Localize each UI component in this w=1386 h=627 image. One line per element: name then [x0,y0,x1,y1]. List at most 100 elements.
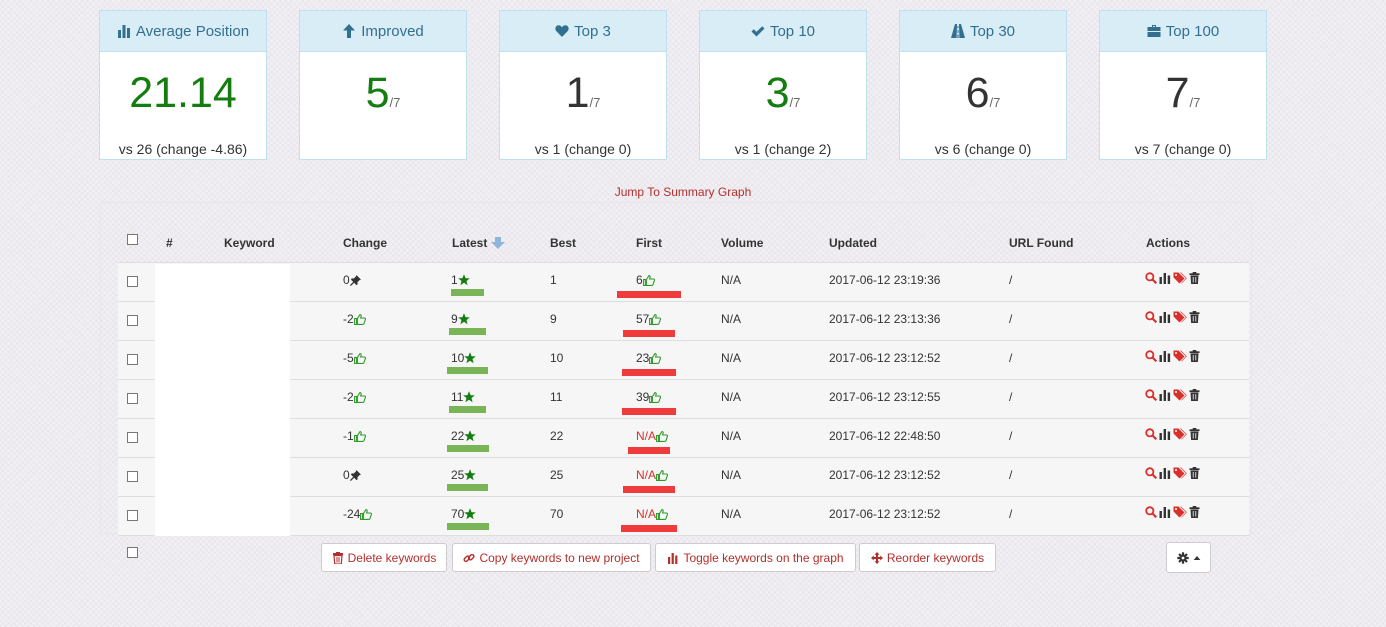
summary-card: Average Position 21.14 vs 26 (change -4.… [99,10,267,160]
search-icon[interactable] [1145,428,1157,440]
copy-keywords-button[interactable]: Copy keywords to new project [452,543,651,572]
header-url-found[interactable]: URL Found [1009,236,1073,250]
thumbs-up-icon [353,392,366,403]
row-checkbox[interactable] [127,393,138,404]
toggle-keywords-graph-button[interactable]: Toggle keywords on the graph [655,543,856,572]
header-best[interactable]: Best [550,236,576,250]
trash-icon[interactable] [1189,311,1200,323]
pin-icon [349,470,361,481]
header-keyword[interactable]: Keyword [224,236,275,250]
tags-icon[interactable] [1173,389,1187,401]
row-actions [1145,350,1200,362]
change-cell: -24 [343,507,373,521]
search-icon[interactable] [1145,272,1157,284]
star-icon [463,391,476,403]
best-cell: 22 [550,429,564,443]
bar-chart-icon[interactable] [1159,311,1171,323]
latest-value: 10 [451,351,465,365]
change-value: 0 [343,273,350,287]
bar-chart-icon[interactable] [1159,506,1171,518]
search-icon[interactable] [1145,467,1157,479]
tags-icon[interactable] [1173,272,1187,284]
search-icon[interactable] [1145,350,1157,362]
tags-icon[interactable] [1173,506,1187,518]
card-value: 3/7 [700,69,866,117]
search-icon[interactable] [1145,311,1157,323]
summary-card: Top 3 1/7 vs 1 (change 0) [499,10,667,160]
header-latest-label: Latest [452,236,488,250]
latest-cell: 9 [451,312,470,326]
row-actions [1145,311,1200,323]
card-comparison: vs 7 (change 0) [1134,141,1232,157]
star-icon [464,508,477,520]
first-cell: 6 [636,273,655,287]
change-value: 0 [343,468,350,482]
header-latest[interactable]: Latest [452,236,506,250]
header-num: # [166,236,173,250]
trash-icon[interactable] [1189,350,1200,362]
delete-keywords-button[interactable]: Delete keywords [321,543,447,572]
card-value-number: 5 [365,69,390,117]
best-cell: 70 [550,507,564,521]
row-checkbox[interactable] [127,471,138,482]
tags-icon[interactable] [1173,350,1187,362]
trash-icon[interactable] [1189,506,1200,518]
card-value-number: 3 [765,69,790,117]
updated-cell: 2017-06-12 23:19:36 [829,273,941,287]
search-icon[interactable] [1145,389,1157,401]
latest-cell: 25 [451,468,477,482]
trash-icon[interactable] [1189,428,1200,440]
change-cell: 0 [343,468,361,482]
card-value-total: /7 [589,95,601,110]
reorder-keywords-button[interactable]: Reorder keywords [859,543,996,572]
change-cell: 0 [343,273,361,287]
card-value: 6/7 [900,69,1066,117]
header-updated[interactable]: Updated [829,236,877,250]
bar-chart-icon[interactable] [1159,350,1171,362]
bar-chart-icon[interactable] [1159,467,1171,479]
trash-icon[interactable] [1189,467,1200,479]
header-volume[interactable]: Volume [721,236,763,250]
card-value-number: 1 [565,69,590,117]
settings-dropdown-button[interactable] [1166,542,1211,573]
row-checkbox[interactable] [127,510,138,521]
tags-icon[interactable] [1173,467,1187,479]
row-checkbox[interactable] [127,276,138,287]
first-value: 57 [636,312,650,326]
header-change[interactable]: Change [343,236,387,250]
thumbs-up-icon [656,431,669,442]
pin-icon [349,275,361,286]
row-checkbox[interactable] [127,354,138,365]
thumbs-up-icon [649,392,662,403]
row-checkbox[interactable] [127,315,138,326]
thumbs-up-icon [353,314,366,325]
thumbs-up-icon [360,509,373,520]
first-rank-bar [622,369,676,376]
header-first[interactable]: First [636,236,662,250]
jump-to-summary-graph-link[interactable]: Jump To Summary Graph [0,185,1366,199]
select-all-bottom-checkbox[interactable] [127,547,138,558]
bar-chart-icon[interactable] [1159,428,1171,440]
move-arrows-icon [870,551,883,564]
tags-icon[interactable] [1173,311,1187,323]
tags-icon[interactable] [1173,428,1187,440]
latest-cell: 10 [451,351,477,365]
thumbs-up-icon [649,353,662,364]
first-cell: 39 [636,390,662,404]
trash-icon[interactable] [1189,272,1200,284]
latest-value: 11 [451,390,464,404]
change-cell: -5 [343,351,366,365]
latest-value: 9 [451,312,458,326]
row-checkbox[interactable] [127,432,138,443]
bar-chart-icon[interactable] [1159,389,1171,401]
header-actions: Actions [1146,236,1191,250]
bar-chart-icon[interactable] [1159,272,1171,284]
search-icon[interactable] [1145,506,1157,518]
trash-icon[interactable] [1189,389,1200,401]
card-value-number: 7 [1165,69,1190,117]
select-all-checkbox[interactable] [127,234,138,245]
latest-cell: 1 [451,273,470,287]
url-found-cell: / [1009,429,1013,443]
best-cell: 1 [550,273,557,287]
updated-cell: 2017-06-12 23:12:52 [829,351,941,365]
